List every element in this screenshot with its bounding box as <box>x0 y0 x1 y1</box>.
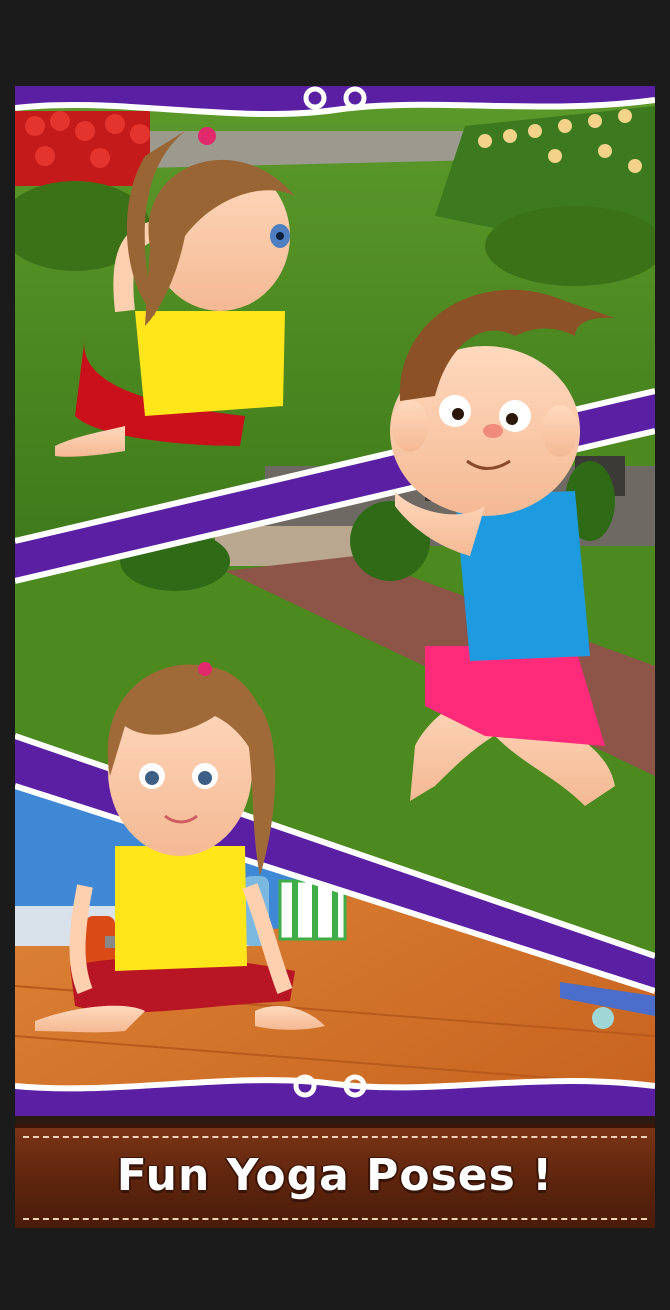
yoga-poses-illustration <box>15 86 655 1116</box>
game-screenshot-frame <box>15 86 655 1224</box>
banner-caption: Fun Yoga Poses ! <box>116 1150 554 1201</box>
banner-bottom-stitch <box>23 1218 647 1220</box>
caption-banner: Fun Yoga Poses ! <box>15 1124 655 1228</box>
red-flower-bed <box>15 111 150 186</box>
banner-top-stitch <box>23 1136 647 1138</box>
